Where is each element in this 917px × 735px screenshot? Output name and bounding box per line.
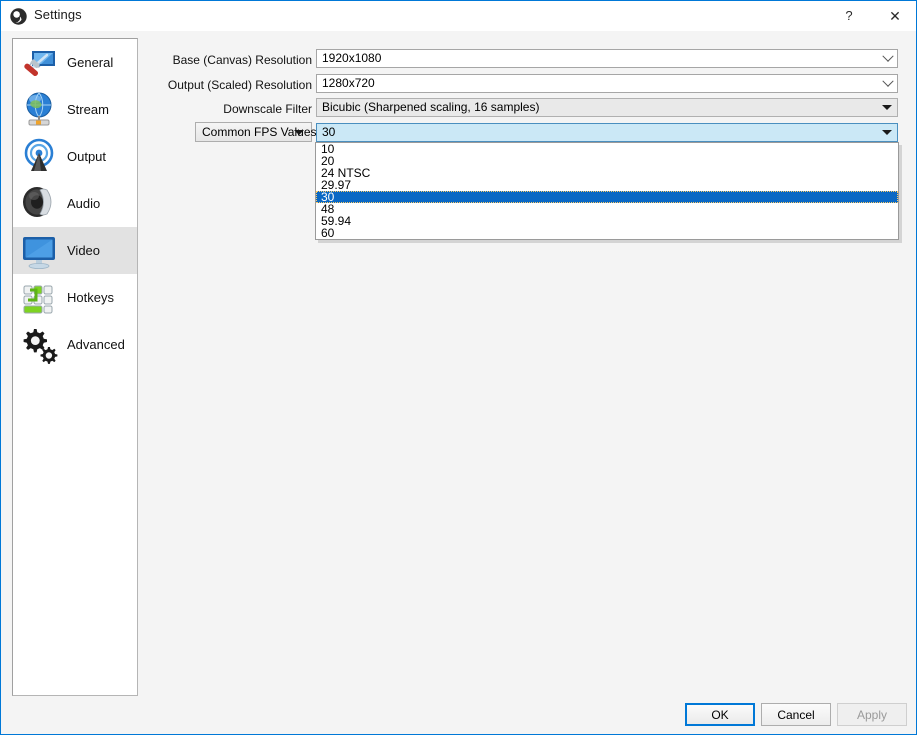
stream-icon xyxy=(17,88,61,132)
sidebar-item-output[interactable]: Output xyxy=(13,133,137,180)
help-button[interactable]: ? xyxy=(826,1,872,31)
dropdown-option[interactable]: 48 xyxy=(316,203,898,215)
dropdown-option[interactable]: 10 xyxy=(316,143,898,155)
sidebar-item-general[interactable]: General xyxy=(13,39,137,86)
fps-value-combo[interactable]: 30 xyxy=(316,123,898,142)
downscale-filter-combo[interactable]: Bicubic (Sharpened scaling, 16 samples) xyxy=(316,98,898,117)
video-icon xyxy=(17,229,61,273)
general-icon xyxy=(17,41,61,85)
output-resolution-value: 1280x720 xyxy=(322,76,375,90)
sidebar-item-label: Video xyxy=(67,243,101,258)
dropdown-option[interactable]: 60 xyxy=(316,227,898,239)
chevron-down-icon[interactable] xyxy=(882,50,894,67)
dropdown-option[interactable]: 59.94 xyxy=(316,215,898,227)
triangle-down-icon[interactable] xyxy=(882,99,892,116)
ok-button[interactable]: OK xyxy=(685,703,755,726)
dropdown-option[interactable]: 29.97 xyxy=(316,179,898,191)
fps-type-combo[interactable]: Common FPS Values xyxy=(195,122,317,142)
hotkeys-icon xyxy=(17,276,61,320)
video-settings-form: Base (Canvas) Resolution 1920x1080 Outpu… xyxy=(1,1,916,734)
chevron-down-icon[interactable] xyxy=(882,75,894,92)
sidebar-item-label: Stream xyxy=(67,102,109,117)
sidebar-item-label: Audio xyxy=(67,196,101,211)
sidebar-item-label: Advanced xyxy=(67,337,125,352)
advanced-icon xyxy=(17,323,61,367)
downscale-filter-value: Bicubic (Sharpened scaling, 16 samples) xyxy=(322,100,540,114)
base-resolution-label: Base (Canvas) Resolution xyxy=(172,53,312,67)
obs-logo-icon xyxy=(10,8,27,25)
title-bar: Settings ? ✕ xyxy=(1,1,916,31)
close-button[interactable]: ✕ xyxy=(872,1,916,31)
sidebar-item-video[interactable]: Video xyxy=(13,227,137,274)
sidebar-item-label: Output xyxy=(67,149,107,164)
cancel-button[interactable]: Cancel xyxy=(761,703,831,726)
sidebar-item-hotkeys[interactable]: Hotkeys xyxy=(13,274,137,321)
fps-type-value: Common FPS Values xyxy=(202,125,317,139)
sidebar-item-label: General xyxy=(67,55,114,70)
dropdown-option[interactable]: 24 NTSC xyxy=(316,167,898,179)
settings-window: Settings ? ✕ General Stream Output Audio… xyxy=(0,0,917,735)
downscale-filter-label: Downscale Filter xyxy=(223,102,312,116)
dropdown-option[interactable]: 20 xyxy=(316,155,898,167)
sidebar-item-audio[interactable]: Audio xyxy=(13,180,137,227)
output-resolution-combo[interactable]: 1280x720 xyxy=(316,74,898,93)
triangle-down-icon[interactable] xyxy=(294,123,304,141)
sidebar-item-stream[interactable]: Stream xyxy=(13,86,137,133)
window-title: Settings xyxy=(34,7,82,22)
triangle-down-icon[interactable] xyxy=(882,124,892,141)
apply-button[interactable]: Apply xyxy=(837,703,907,726)
dropdown-option-selected[interactable]: 30 xyxy=(316,191,898,203)
sidebar-item-label: Hotkeys xyxy=(67,290,114,305)
base-resolution-combo[interactable]: 1920x1080 xyxy=(316,49,898,68)
fps-value-display: 30 xyxy=(322,125,336,139)
fps-value-dropdown-list[interactable]: 10 20 24 NTSC 29.97 30 48 59.94 60 xyxy=(315,142,899,240)
base-resolution-value: 1920x1080 xyxy=(322,51,382,65)
sidebar-item-advanced[interactable]: Advanced xyxy=(13,321,137,368)
output-resolution-label: Output (Scaled) Resolution xyxy=(167,78,312,92)
audio-icon xyxy=(17,182,61,226)
settings-category-list[interactable]: General Stream Output Audio Video Hotkey… xyxy=(12,38,138,696)
output-icon xyxy=(17,135,61,179)
